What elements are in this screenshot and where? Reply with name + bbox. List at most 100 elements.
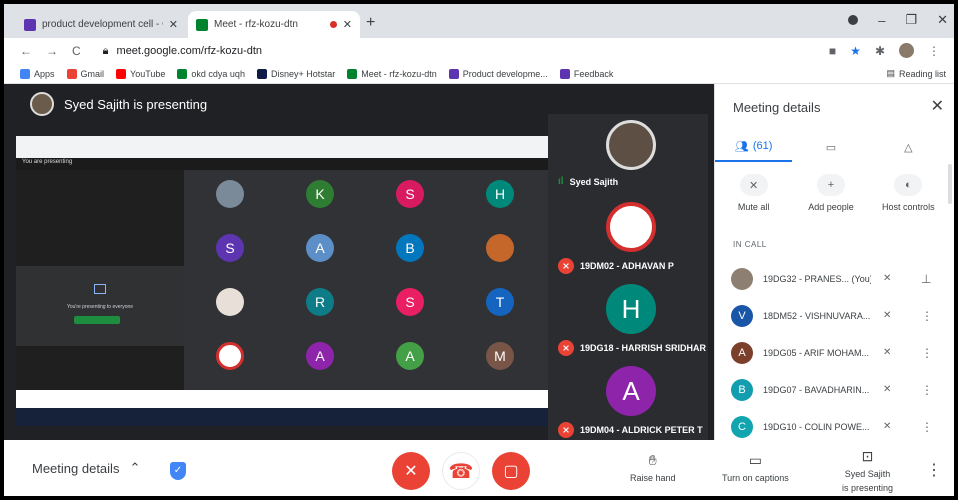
recording-dot-icon <box>329 21 337 28</box>
bookmark-star-icon[interactable]: ★ <box>850 44 861 58</box>
grid-tile: H <box>486 180 514 208</box>
participant-tile[interactable]: A ⨯ 19DM04 - ALDRICK PETER T <box>548 360 708 442</box>
close-window-button[interactable]: ✕ <box>937 12 948 28</box>
profile-avatar[interactable] <box>899 43 914 58</box>
list-item[interactable]: B 19DG07 - BAVADHARIN... ✕ ⋮ <box>715 371 947 408</box>
participant-avatar: H <box>606 284 656 334</box>
tab-activities[interactable]: △ <box>870 132 947 162</box>
forms-icon <box>448 68 459 79</box>
more-options-icon[interactable]: ⋮ <box>921 346 933 360</box>
bookmark-apps[interactable]: Apps <box>20 68 55 79</box>
presenting-button[interactable]: ⊡ Syed Sajith is presenting <box>842 448 893 493</box>
tab-people[interactable]: 👥︎ (61) <box>715 132 793 162</box>
toggle-icon: ◐ <box>894 174 923 196</box>
participant-tile[interactable]: H ⨯ 19DG18 - HARRISH SRIDHAR <box>548 278 708 360</box>
more-options-icon[interactable]: ⋮ <box>921 309 933 323</box>
gmail-icon <box>66 68 77 79</box>
meet-icon <box>177 68 188 79</box>
speaking-indicator-icon: ıl <box>558 176 564 187</box>
bookmark-youtube[interactable]: YouTube <box>116 68 165 79</box>
list-item[interactable]: V 18DM52 - VISHNUVARA... ✕ ⋮ <box>715 297 947 334</box>
browser-tab-bar: product development cell - Goo ✕ Meet - … <box>4 4 954 38</box>
reload-icon[interactable]: C <box>72 44 81 58</box>
grid-tile <box>216 180 244 208</box>
chevron-up-icon: ⌃ <box>129 460 141 475</box>
grid-tile <box>486 234 514 262</box>
list-item[interactable]: 19DG32 - PRANES... (You) ✕ ⊥ <box>715 260 947 297</box>
meeting-controls-bar: Meeting details ⌃ ✓ ✕ ☎ ▢ ✋︎ Raise hand … <box>4 440 954 496</box>
present-screen-icon <box>94 284 106 294</box>
mic-off-icon: ✕ <box>739 174 768 196</box>
forward-icon[interactable]: → <box>46 44 58 58</box>
grid-tile <box>216 288 244 316</box>
list-item[interactable]: A 19DG05 - ARIF MOHAM... ✕ ⋮ <box>715 334 947 371</box>
chrome-menu-icon[interactable]: ⋮ <box>928 44 940 58</box>
extensions-icon[interactable]: ✱ <box>875 44 885 58</box>
grid-tile: S <box>216 234 244 262</box>
reading-list-button[interactable]: ▤ Reading list <box>886 68 946 79</box>
shared-presenting-box: You're presenting to everyone <box>16 266 184 346</box>
grid-tile: S <box>396 288 424 316</box>
panel-scrollbar[interactable] <box>948 164 952 204</box>
lock-icon: 🔒︎ <box>102 44 109 57</box>
profile-indicator-icon[interactable] <box>848 15 859 25</box>
mic-off-icon: ✕ <box>883 421 892 432</box>
camera-toggle-button[interactable]: ▢ <box>492 452 530 490</box>
person-name: 19DG32 - PRANES... (You) <box>763 273 871 284</box>
mic-off-icon: ✕ <box>883 384 892 395</box>
pin-icon[interactable]: ⊥ <box>921 272 931 286</box>
captions-button[interactable]: ▭ Turn on captions <box>722 452 789 483</box>
bookmark-feedback[interactable]: Feedback <box>559 68 613 79</box>
mic-off-icon: ✕ <box>883 273 892 284</box>
forms-icon <box>24 18 36 31</box>
minimize-button[interactable]: – <box>878 13 885 28</box>
people-icon: 👥︎ <box>734 140 749 153</box>
meeting-details-toggle[interactable]: Meeting details ⌃ <box>32 460 140 476</box>
person-name: 19DG05 - ARIF MOHAM... <box>763 347 870 358</box>
back-icon[interactable]: ← <box>20 44 32 58</box>
person-name: 19DG10 - COLIN POWE... <box>763 421 870 432</box>
person-avatar: B <box>731 378 753 401</box>
more-options-icon[interactable]: ⋮ <box>926 460 942 480</box>
add-people-button[interactable]: + Add people <box>792 174 869 212</box>
host-controls-button[interactable]: ◐ Host controls <box>870 174 947 212</box>
browser-toolbar: ← → C 🔒︎ meet.google.com/rfz-kozu-dtn ■ … <box>4 38 954 64</box>
participant-avatar <box>606 120 656 170</box>
shared-left-panel: You're presenting to everyone <box>16 170 184 390</box>
close-tab-icon[interactable]: ✕ <box>169 18 178 31</box>
maximize-button[interactable]: ❐ <box>905 12 917 28</box>
camera-icon[interactable]: ■ <box>829 44 836 58</box>
tab-meet[interactable]: Meet - rfz-kozu-dtn ✕ <box>188 11 360 38</box>
close-tab-icon[interactable]: ✕ <box>343 18 352 31</box>
tab-chat[interactable]: ▭ <box>792 132 869 162</box>
hotstar-icon <box>256 68 267 79</box>
participant-avatar: A <box>606 366 656 416</box>
shared-presenting-message: You're presenting to everyone <box>66 304 134 310</box>
mic-toggle-button[interactable]: ✕ <box>392 452 430 490</box>
close-panel-icon[interactable]: ✕ <box>931 96 944 116</box>
person-avatar: V <box>731 304 753 327</box>
youtube-icon <box>116 68 127 79</box>
leave-call-button[interactable]: ☎ <box>442 452 480 490</box>
person-name: 19DG07 - BAVADHARIN... <box>763 384 870 395</box>
bookmark-product[interactable]: Product developme... <box>448 68 548 79</box>
grid-tile: A <box>306 234 334 262</box>
mic-off-icon: ✕ <box>404 463 418 480</box>
presenter-avatar <box>30 92 54 116</box>
raise-hand-button[interactable]: ✋︎ Raise hand <box>630 452 676 483</box>
tab-product-development[interactable]: product development cell - Goo ✕ <box>16 11 186 38</box>
forms-icon <box>559 68 570 79</box>
more-options-icon[interactable]: ⋮ <box>921 420 933 434</box>
security-shield-icon[interactable]: ✓ <box>170 462 186 480</box>
new-tab-button[interactable]: + <box>366 14 375 32</box>
participant-tile[interactable]: ⨯ 19DM02 - ADHAVAN P <box>548 196 708 278</box>
bookmark-okd[interactable]: okd cdya uqh <box>177 68 245 79</box>
bookmark-gmail[interactable]: Gmail <box>66 68 104 79</box>
address-bar[interactable]: 🔒︎ meet.google.com/rfz-kozu-dtn <box>103 45 262 58</box>
more-options-icon[interactable]: ⋮ <box>921 383 933 397</box>
bookmark-hotstar[interactable]: Disney+ Hotstar <box>256 68 335 79</box>
bookmark-meet[interactable]: Meet - rfz-kozu-dtn <box>347 68 437 79</box>
participant-name: Syed Sajith <box>569 176 619 187</box>
participant-tile[interactable]: ıl Syed Sajith <box>548 114 708 196</box>
mute-all-button[interactable]: ✕ Mute all <box>715 174 792 212</box>
